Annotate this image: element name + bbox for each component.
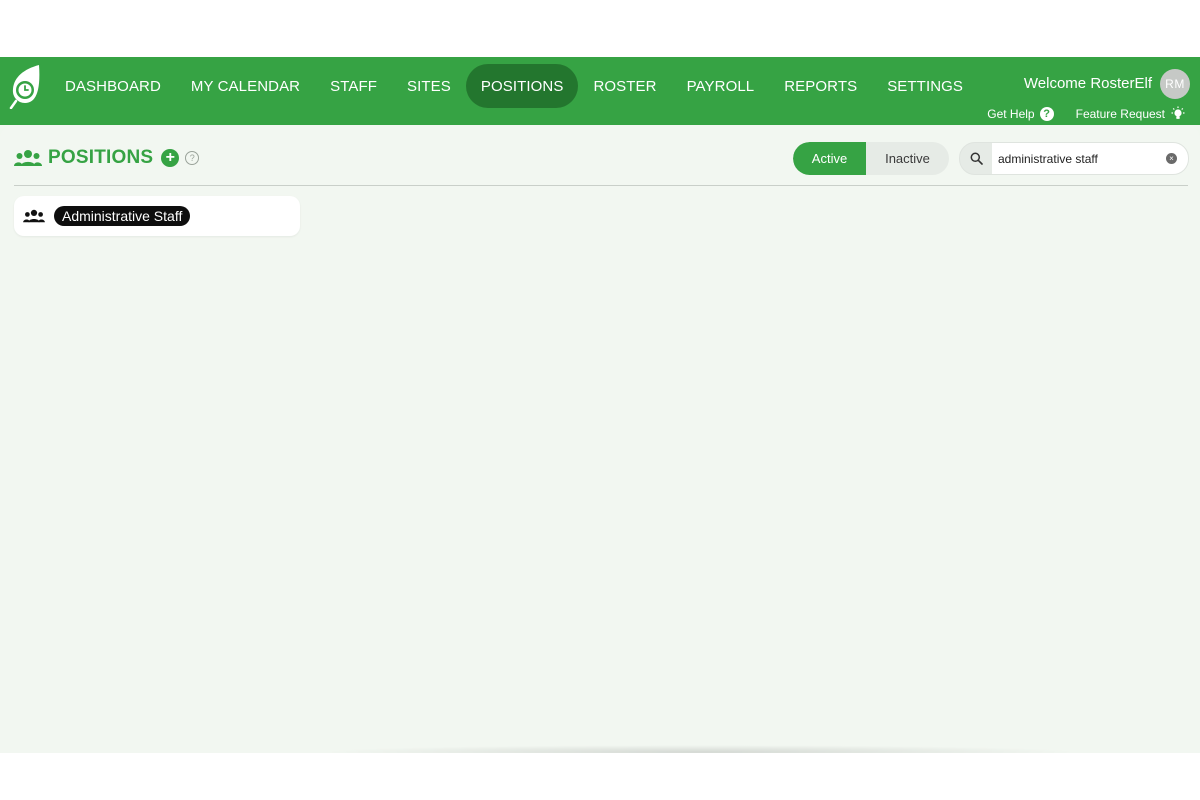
help-links: Get Help ? Feature Request — [987, 106, 1186, 122]
clear-icon[interactable]: × — [1166, 153, 1177, 164]
status-toggle: Active Inactive — [793, 142, 949, 175]
content-area: POSITIONS + ? Active Inactive × — [0, 125, 1200, 753]
feature-request-label: Feature Request — [1075, 107, 1165, 121]
nav-item-reports[interactable]: REPORTS — [769, 64, 872, 108]
question-circle-icon[interactable]: ? — [185, 151, 200, 165]
position-name: Administrative Staff — [54, 206, 191, 226]
nav-item-payroll[interactable]: PAYROLL — [672, 64, 770, 108]
question-icon: ? — [1039, 107, 1054, 121]
top-navbar: DASHBOARD MY CALENDAR STAFF SITES POSITI… — [0, 57, 1200, 125]
search-icon — [960, 143, 992, 174]
header-divider — [14, 185, 1188, 186]
nav-item-sites[interactable]: SITES — [392, 64, 466, 108]
main-nav: DASHBOARD MY CALENDAR STAFF SITES POSITI… — [50, 64, 978, 108]
list-item[interactable]: Administrative Staff — [14, 196, 300, 236]
users-group-icon — [14, 150, 42, 166]
nav-item-dashboard[interactable]: DASHBOARD — [50, 64, 176, 108]
page-title: POSITIONS — [48, 147, 154, 168]
inactive-toggle-button[interactable]: Inactive — [866, 142, 949, 175]
page-header: POSITIONS + ? — [14, 147, 200, 169]
users-group-icon — [23, 208, 45, 224]
nav-item-roster[interactable]: ROSTER — [578, 64, 671, 108]
nav-item-my-calendar[interactable]: MY CALENDAR — [176, 64, 315, 108]
app-window: DASHBOARD MY CALENDAR STAFF SITES POSITI… — [0, 57, 1200, 753]
nav-item-positions[interactable]: POSITIONS — [465, 64, 579, 108]
plus-circle-icon[interactable]: + — [161, 149, 180, 167]
nav-item-staff[interactable]: STAFF — [315, 64, 392, 108]
bottom-margin — [0, 753, 1200, 800]
search-box: × — [959, 142, 1189, 175]
top-margin — [0, 0, 1200, 57]
active-toggle-button[interactable]: Active — [793, 142, 866, 175]
bottom-shadow — [320, 745, 1080, 753]
search-input[interactable] — [992, 143, 1188, 174]
feature-request-link[interactable]: Feature Request — [1076, 106, 1186, 122]
nav-item-settings[interactable]: SETTINGS — [872, 64, 978, 108]
avatar[interactable]: RM — [1160, 69, 1190, 99]
get-help-link[interactable]: Get Help ? — [987, 107, 1054, 121]
welcome-text: Welcome RosterElf — [1023, 75, 1152, 92]
get-help-label: Get Help — [987, 107, 1035, 121]
leaf-clock-logo[interactable] — [8, 63, 44, 109]
lightbulb-icon — [1171, 106, 1185, 119]
